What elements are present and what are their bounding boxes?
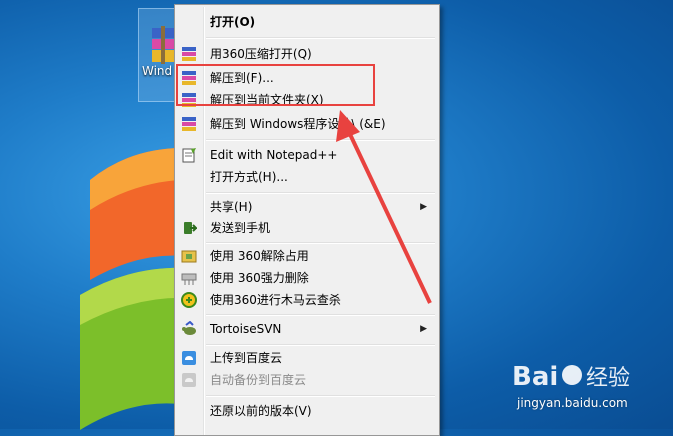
menu-item-tortoisesvn[interactable]: TortoiseSVN ▶ bbox=[177, 318, 435, 340]
menu-item-label: TortoiseSVN bbox=[210, 322, 282, 336]
menu-item-label: 用360压缩打开(Q) bbox=[210, 47, 312, 61]
menu-item-open[interactable]: 打开(O) bbox=[177, 11, 435, 33]
menu-item-label: 使用360进行木马云查杀 bbox=[210, 293, 341, 307]
menu-item-label: 自动备份到百度云 bbox=[210, 373, 307, 387]
menu-item-restore-previous-versions[interactable]: 还原以前的版本(V) bbox=[177, 400, 435, 422]
archive-icon bbox=[152, 26, 174, 64]
svg-text:Bai: Bai bbox=[512, 362, 558, 392]
menu-item-label: 共享(H) bbox=[210, 200, 253, 214]
menu-item-open-with-360zip[interactable]: 用360压缩打开(Q) bbox=[177, 43, 435, 65]
menu-item-label: 上传到百度云 bbox=[210, 351, 283, 365]
menu-item-label: 打开方式(H)... bbox=[210, 170, 288, 184]
menu-separator bbox=[206, 314, 435, 316]
winrar-icon bbox=[182, 117, 196, 131]
baidu-cloud-icon bbox=[182, 373, 196, 387]
svg-text:经验: 经验 bbox=[586, 366, 630, 391]
baidu-cloud-icon bbox=[182, 351, 196, 365]
annotation-highlight-box bbox=[176, 64, 375, 106]
menu-item-upload-baidu-cloud[interactable]: 上传到百度云 bbox=[177, 347, 435, 369]
menu-item-label: 还原以前的版本(V) bbox=[210, 404, 312, 418]
watermark-url: jingyan.baidu.com bbox=[517, 396, 628, 410]
menu-item-label: 发送到手机 bbox=[210, 221, 271, 235]
shredder-icon bbox=[181, 273, 197, 285]
winrar-icon bbox=[182, 47, 196, 61]
menu-item-label: 使用 360解除占用 bbox=[210, 249, 309, 263]
menu-separator bbox=[206, 344, 435, 346]
menu-separator bbox=[206, 37, 435, 39]
menu-item-label: 使用 360强力删除 bbox=[210, 271, 309, 285]
menu-item-label: Edit with Notepad++ bbox=[210, 148, 338, 162]
desktop-file-label: Wind bbox=[142, 64, 173, 78]
annotation-arrow-icon bbox=[336, 110, 432, 304]
360-scan-icon bbox=[181, 292, 197, 308]
menu-item-auto-backup-baidu-cloud[interactable]: 自动备份到百度云 bbox=[177, 369, 435, 391]
notepad-icon bbox=[182, 148, 196, 163]
send-to-phone-icon bbox=[184, 222, 197, 234]
baidu-jingyan-logo: Bai 经验 bbox=[512, 362, 630, 392]
menu-item-label: 打开(O) bbox=[210, 15, 256, 29]
tortoisesvn-icon bbox=[182, 321, 196, 335]
menu-separator bbox=[206, 395, 435, 397]
360-unlock-icon bbox=[181, 250, 197, 263]
submenu-arrow-icon: ▶ bbox=[420, 324, 427, 334]
